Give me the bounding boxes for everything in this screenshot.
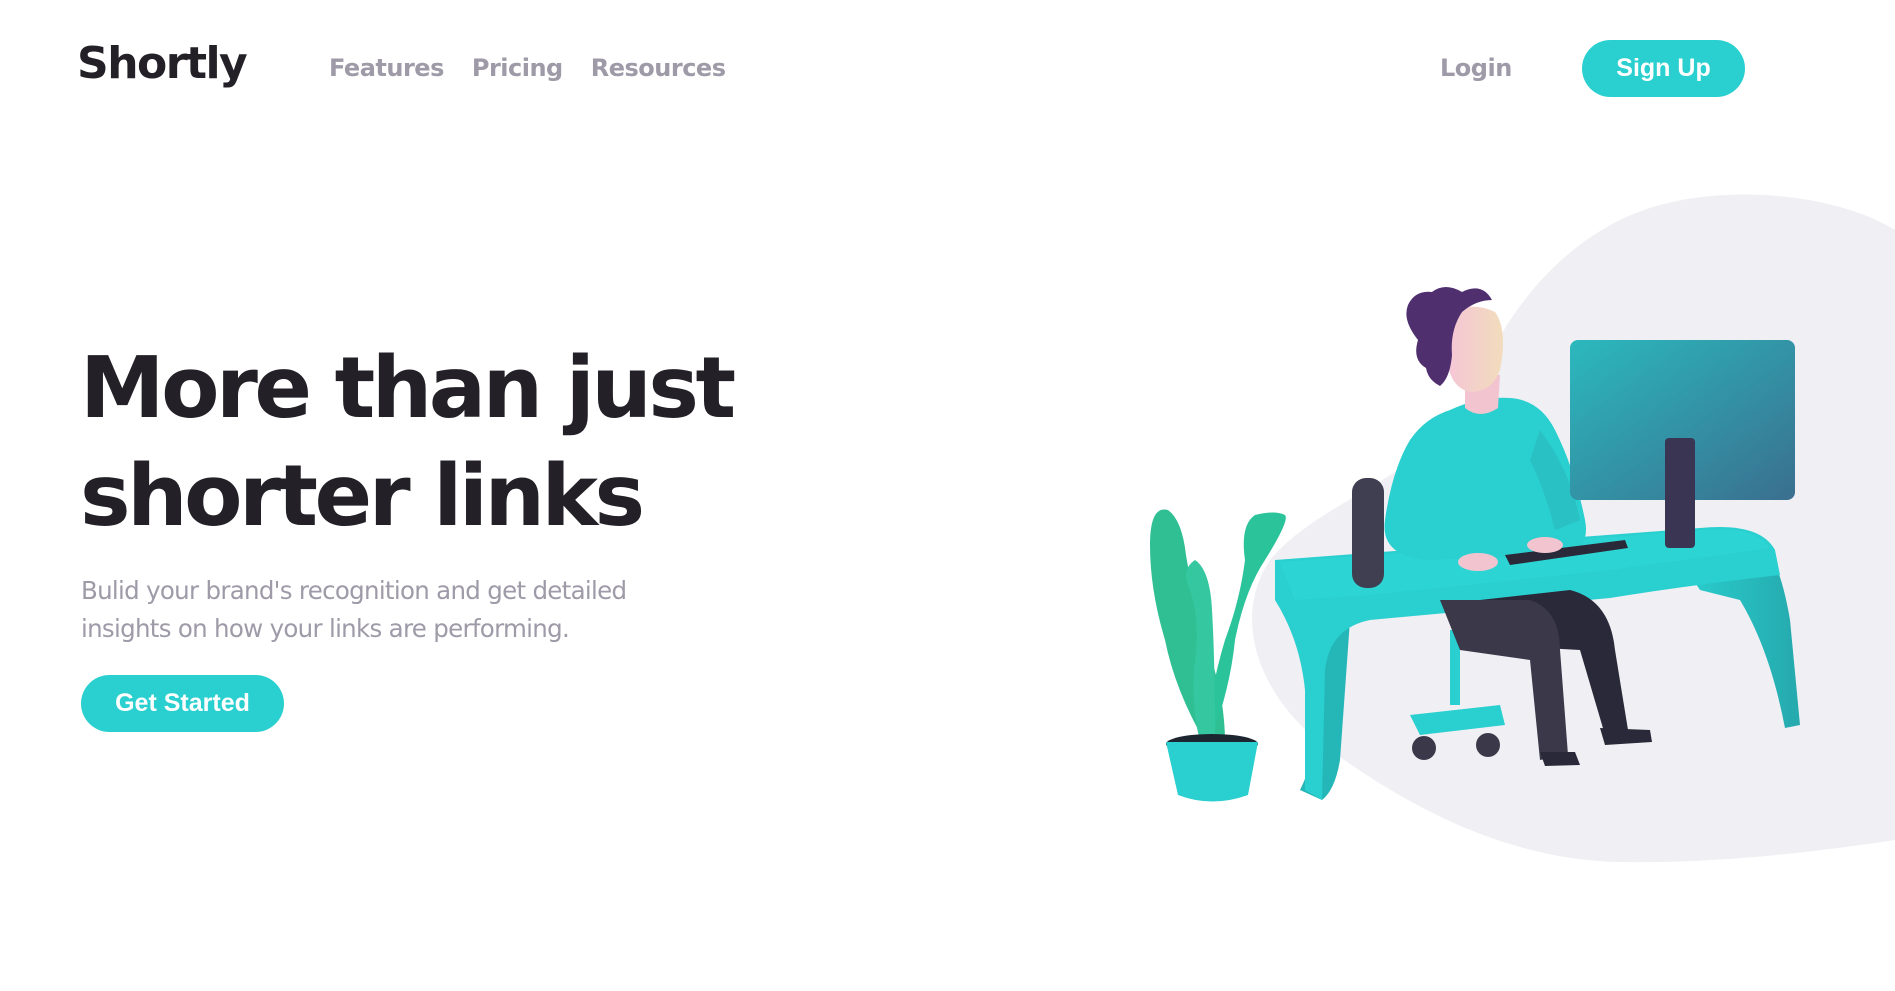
person-hand-right [1527,537,1563,553]
person-working-at-desk-illustration [1150,194,1895,863]
person-hand-left [1458,553,1498,571]
person-shoe-back [1600,728,1652,745]
hero-headline-line-1: More than just [80,339,736,438]
person-shoe-front [1540,752,1580,766]
hero-headline-line-2: shorter links [80,447,645,546]
nav-link-features[interactable]: Features [329,52,444,84]
nav-link-pricing[interactable]: Pricing [472,52,563,84]
sign-up-button[interactable]: Sign Up [1582,40,1745,97]
shortly-logo[interactable]: Shortly [77,36,248,92]
hero-description-line-2: insights on how your links are performin… [81,614,570,643]
landing-page: Shortly Features Pricing Resources Login… [0,0,1895,991]
plant-pot [1166,742,1258,802]
top-navigation: Shortly Features Pricing Resources Login… [0,0,1895,140]
chair-wheel-right [1476,733,1500,757]
hero-description: Bulid your brand's recognition and get d… [81,572,701,648]
chair-wheel-left [1412,736,1436,760]
primary-nav-links: Features Pricing Resources [329,52,726,84]
monitor-stand [1665,438,1695,548]
hero-description-line-1: Bulid your brand's recognition and get d… [81,576,627,605]
get-started-button[interactable]: Get Started [81,675,284,732]
hero-headline: More than just shorter links [80,335,820,551]
login-link[interactable]: Login [1440,52,1512,84]
chair-back [1352,478,1384,588]
nav-link-resources[interactable]: Resources [591,52,726,84]
